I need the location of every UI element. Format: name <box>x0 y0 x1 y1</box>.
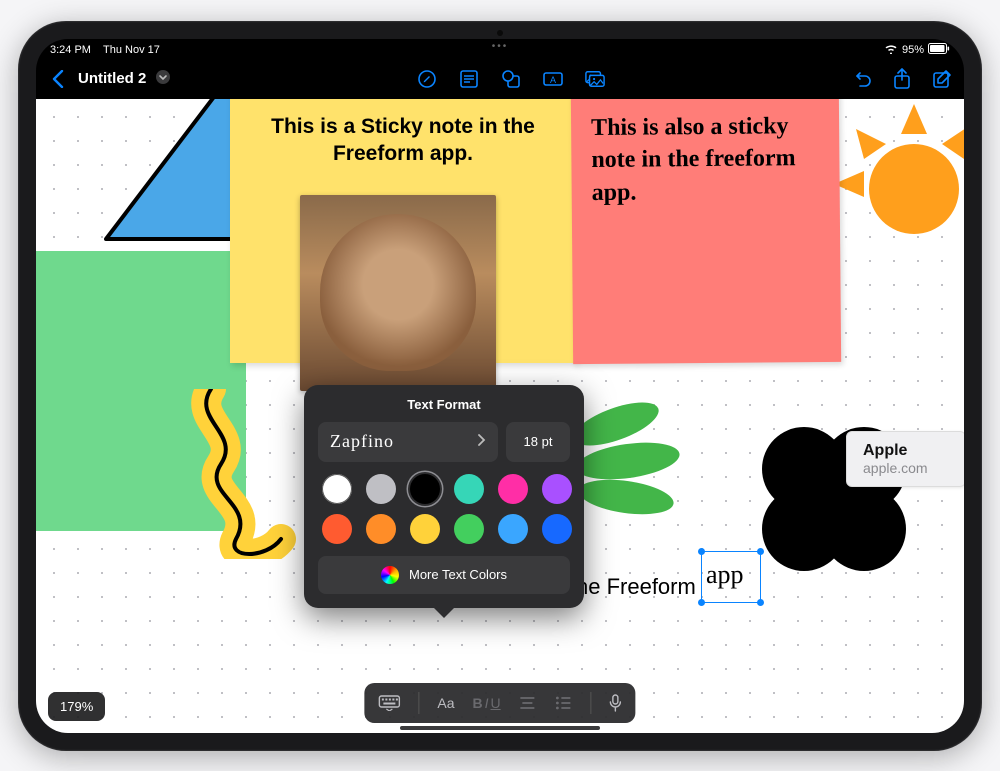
color-swatch-blue[interactable] <box>542 514 572 544</box>
keyboard-toggle-icon[interactable] <box>378 695 400 711</box>
title-menu-chevron-icon[interactable] <box>156 70 170 87</box>
color-wheel-icon <box>381 566 399 584</box>
font-size-label: 18 pt <box>524 434 553 449</box>
list-button[interactable] <box>555 696 573 710</box>
share-button[interactable] <box>892 69 912 89</box>
sticky-note-tool-icon[interactable] <box>459 69 479 89</box>
font-selector[interactable]: Zapfino <box>318 422 498 462</box>
color-swatch-grid <box>318 474 570 544</box>
text-fragment-prefix: he Freeform <box>576 574 696 599</box>
align-button[interactable] <box>519 696 537 710</box>
undo-button[interactable] <box>852 69 872 89</box>
biu-button[interactable]: BIU <box>472 695 500 711</box>
separator <box>591 692 592 714</box>
color-swatch-green[interactable] <box>454 514 484 544</box>
color-swatch-red[interactable] <box>322 514 352 544</box>
canvas-text-fragment[interactable]: he Freeform <box>576 574 696 600</box>
shapes-tool-icon[interactable] <box>501 69 521 89</box>
dictation-icon[interactable] <box>610 694 622 712</box>
color-swatch-white[interactable] <box>322 474 352 504</box>
clover-shape[interactable] <box>734 399 934 599</box>
battery-percent: 95% <box>902 44 924 56</box>
font-name-label: Zapfino <box>330 431 394 452</box>
sticky-note-pink[interactable]: This is also a sticky note in the freefo… <box>571 99 841 364</box>
squiggle-shape[interactable] <box>186 389 316 559</box>
draw-tool-icon[interactable] <box>417 69 437 89</box>
link-preview-card[interactable]: Apple apple.com <box>846 431 964 487</box>
color-swatch-orange[interactable] <box>366 514 396 544</box>
popover-title: Text Format <box>318 397 570 412</box>
text-selection-box[interactable]: app <box>701 551 761 603</box>
compose-button[interactable] <box>932 69 952 89</box>
sticky-yellow-text: This is a Sticky note in the Freeform ap… <box>254 113 552 168</box>
link-title: Apple <box>863 442 949 460</box>
color-swatch-gray[interactable] <box>366 474 396 504</box>
link-url: apple.com <box>863 460 949 476</box>
status-right: 95% <box>884 43 950 57</box>
font-size-selector[interactable]: 18 pt <box>506 422 570 462</box>
sun-shape[interactable] <box>834 104 964 264</box>
camera-dot <box>497 30 503 36</box>
zoom-level-badge[interactable]: 179% <box>48 692 105 721</box>
color-swatch-teal[interactable] <box>454 474 484 504</box>
battery-icon <box>928 43 950 57</box>
status-date: Thu Nov 17 <box>103 44 160 56</box>
screen: 3:24 PM Thu Nov 17 ••• 95% U <box>36 39 964 733</box>
font-style-button[interactable]: Aa <box>437 695 454 711</box>
sticky-pink-text: This is also a sticky note in the freefo… <box>591 110 820 209</box>
ipad-device-frame: 3:24 PM Thu Nov 17 ••• 95% U <box>18 21 982 751</box>
zoom-value: 179% <box>60 699 93 714</box>
chevron-right-icon <box>478 433 486 451</box>
separator <box>418 692 419 714</box>
home-indicator[interactable] <box>400 726 600 730</box>
color-swatch-purple[interactable] <box>542 474 572 504</box>
insert-toolbar: A <box>417 69 605 89</box>
status-time: 3:24 PM <box>50 44 91 56</box>
text-format-popover: Text Format Zapfino 18 pt More Text Colo… <box>304 385 584 608</box>
color-swatch-black[interactable] <box>410 474 440 504</box>
media-tool-icon[interactable] <box>585 69 605 89</box>
status-bar: 3:24 PM Thu Nov 17 ••• 95% <box>36 39 964 59</box>
back-button[interactable] <box>48 69 68 89</box>
color-swatch-yellow[interactable] <box>410 514 440 544</box>
canvas[interactable]: This is a Sticky note in the Freeform ap… <box>36 99 964 733</box>
status-left: 3:24 PM Thu Nov 17 <box>50 44 160 56</box>
nav-bar: Untitled 2 A <box>36 59 964 99</box>
color-swatch-light-blue[interactable] <box>498 514 528 544</box>
board-title[interactable]: Untitled 2 <box>78 70 146 87</box>
color-swatch-pink[interactable] <box>498 474 528 504</box>
svg-text:A: A <box>550 75 556 85</box>
keyboard-toolbar: Aa BIU <box>364 683 635 723</box>
wifi-icon <box>884 43 898 57</box>
more-colors-label: More Text Colors <box>409 567 507 582</box>
inserted-photo[interactable] <box>300 195 496 391</box>
text-box-tool-icon[interactable]: A <box>543 69 563 89</box>
selected-text: app <box>702 552 760 590</box>
multitask-dots[interactable]: ••• <box>492 41 509 52</box>
more-text-colors-button[interactable]: More Text Colors <box>318 556 570 594</box>
